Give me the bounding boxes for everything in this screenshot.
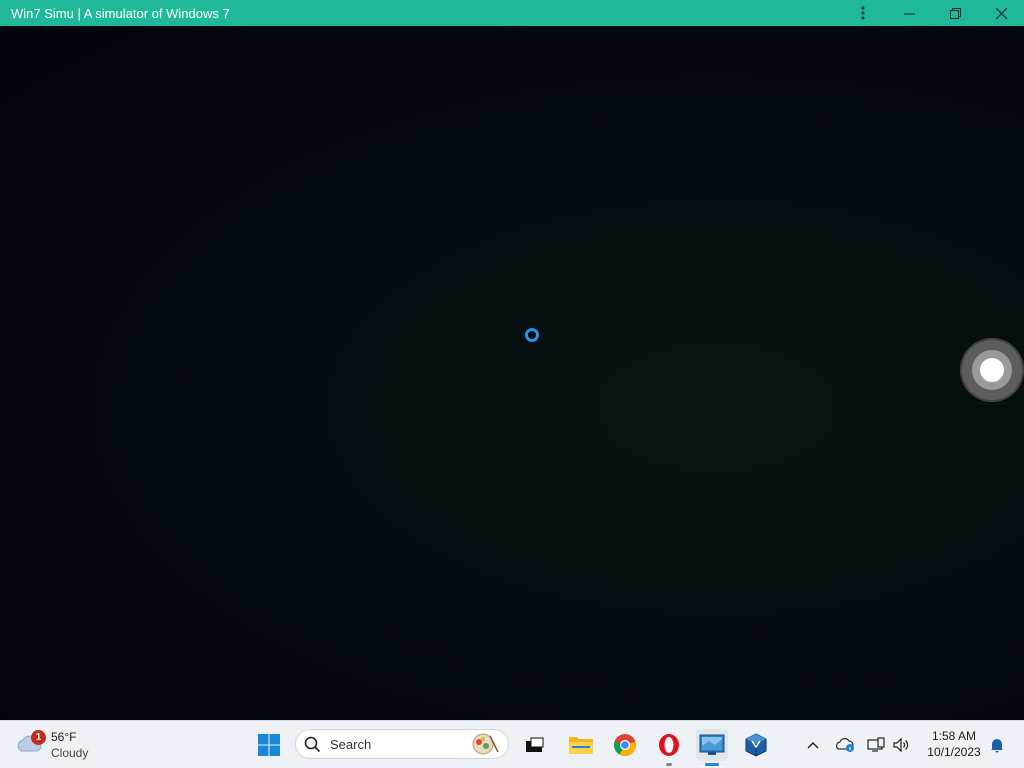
task-view-button[interactable] — [518, 729, 550, 761]
close-button[interactable] — [978, 0, 1024, 26]
volume-tray-button[interactable] — [889, 729, 913, 761]
onedrive-info-icon — [836, 738, 854, 752]
window-title: Win7 Simu | A simulator of Windows 7 — [11, 5, 230, 21]
taskbar-search[interactable]: Search — [295, 729, 509, 759]
task-view-icon — [526, 737, 544, 752]
network-icon — [867, 737, 885, 752]
opera-open-indicator — [666, 763, 672, 766]
opera-button[interactable] — [653, 729, 685, 766]
onedrive-tray-button[interactable] — [832, 729, 858, 761]
file-explorer-button[interactable] — [565, 729, 597, 761]
more-options-icon — [861, 6, 865, 20]
taskbar: 1 56°F Cloudy Search 1:58 AM 10/1/2023 — [0, 720, 1024, 768]
win7-simu-active-indicator — [705, 763, 719, 766]
floating-assistive-button[interactable] — [960, 338, 1024, 402]
weather-temperature: 56°F — [51, 730, 77, 744]
restore-button[interactable] — [932, 0, 978, 26]
close-icon — [995, 7, 1007, 19]
simulator-viewport[interactable] — [0, 26, 1024, 720]
chrome-icon — [613, 734, 637, 757]
search-label: Search — [330, 737, 372, 752]
title-bar: Win7 Simu | A simulator of Windows 7 — [0, 0, 1024, 26]
windows-logo-icon — [258, 734, 280, 756]
clock-date: 10/1/2023 — [927, 745, 981, 759]
virtualbox-icon — [745, 733, 767, 757]
search-highlight-icon — [472, 733, 499, 755]
opera-icon — [659, 734, 679, 756]
loading-spinner — [525, 328, 539, 342]
chevron-up-icon — [807, 742, 819, 749]
virtualbox-button[interactable] — [740, 729, 772, 761]
minimize-icon — [903, 13, 915, 14]
weather-widget[interactable]: 1 56°F Cloudy — [14, 725, 124, 765]
taskbar-clock[interactable]: 1:58 AM 10/1/2023 — [918, 728, 990, 760]
win7-simu-button[interactable] — [696, 729, 728, 766]
volume-icon — [893, 737, 909, 753]
win7-simu-icon — [699, 734, 725, 755]
clock-time: 1:58 AM — [931, 729, 977, 743]
weather-badge: 1 — [31, 730, 46, 745]
chrome-button[interactable] — [609, 729, 641, 761]
folder-icon — [569, 737, 593, 754]
bell-icon — [991, 739, 1003, 753]
notification-button[interactable] — [986, 729, 1008, 761]
weather-condition: Cloudy — [51, 746, 89, 760]
show-hidden-icons-button[interactable] — [802, 729, 824, 761]
start-button[interactable] — [253, 729, 285, 761]
minimize-button[interactable] — [886, 0, 932, 26]
restore-icon — [949, 7, 961, 19]
search-icon — [304, 736, 321, 753]
floating-button-dot — [980, 358, 1004, 382]
more-options-button[interactable] — [840, 0, 886, 26]
network-tray-button[interactable] — [864, 729, 888, 761]
